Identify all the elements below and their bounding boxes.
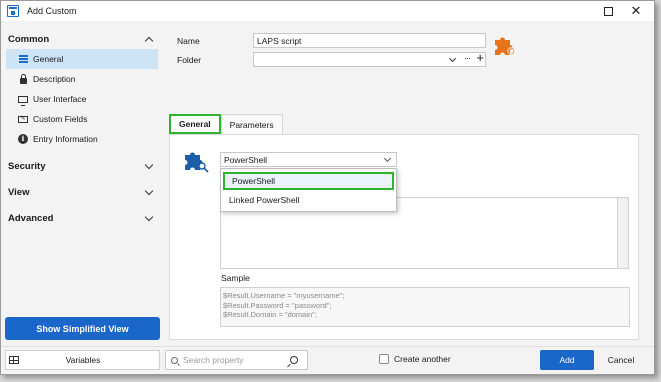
app-window-icon — [7, 5, 19, 17]
show-simplified-view-button[interactable]: Show Simplified View — [5, 317, 160, 340]
add-folder-icon[interactable]: + — [476, 50, 484, 65]
sidebar-item-user-interface[interactable]: User Interface — [6, 89, 158, 109]
sidebar-item-label: Entry Information — [33, 134, 98, 144]
sidebar-item-label: User Interface — [33, 94, 87, 104]
sample-line: $Result.Password = "password"; — [223, 300, 332, 310]
script-type-value: PowerShell — [224, 154, 267, 165]
chevron-up-icon — [144, 36, 154, 45]
name-label: Name — [177, 36, 200, 46]
sample-line: $Result.Username = "myusername"; — [223, 291, 345, 300]
script-editor-scrollbar[interactable] — [618, 197, 629, 269]
sidebar-item-label: General — [33, 54, 64, 64]
sidebar-item-entry-information[interactable]: i Entry Information — [6, 129, 158, 149]
chevron-down-icon — [383, 154, 392, 163]
cancel-button[interactable]: Cancel — [598, 350, 644, 370]
create-another-toggle[interactable]: Create another — [379, 354, 451, 364]
script-type-dropdown: PowerShell Linked PowerShell — [220, 168, 397, 212]
variables-button[interactable]: Variables — [5, 350, 160, 370]
folder-label: Folder — [177, 55, 202, 65]
sidebar-item-label: Custom Fields — [33, 114, 88, 124]
chevron-down-icon — [144, 212, 154, 221]
close-button[interactable]: ✕ — [628, 3, 644, 19]
window-title: Add Custom — [27, 6, 77, 16]
variables-label: Variables — [65, 355, 101, 365]
entry-type-icon[interactable] — [492, 34, 518, 58]
search-go-icon[interactable] — [290, 356, 298, 364]
name-input-value: LAPS script — [257, 35, 302, 46]
maximize-button[interactable] — [600, 3, 616, 19]
create-another-label: Create another — [394, 354, 451, 364]
sidebar: Common General Description User Interfac… — [2, 26, 161, 344]
grid-icon — [9, 356, 19, 364]
tab-parameters[interactable]: Parameters — [220, 114, 283, 134]
sidebar-item-description[interactable]: Description — [6, 69, 158, 89]
add-custom-window: Add Custom ✕ Common General Description … — [0, 0, 655, 375]
section-common[interactable]: Common — [8, 31, 156, 47]
section-common-label: Common — [8, 33, 50, 45]
sample-line: $Result.Domain = "domain"; — [223, 310, 317, 319]
section-advanced[interactable]: Advanced — [8, 210, 156, 226]
section-security-label: Security — [8, 160, 46, 172]
maximize-icon — [603, 6, 613, 16]
script-type-select[interactable]: PowerShell — [220, 152, 397, 167]
search-property-box — [165, 350, 308, 370]
section-view-label: View — [8, 186, 30, 198]
close-icon: ✕ — [630, 3, 642, 18]
sample-label: Sample — [221, 273, 250, 283]
section-advanced-label: Advanced — [8, 212, 54, 224]
search-icon — [171, 356, 178, 364]
title-bar: Add Custom ✕ — [1, 1, 654, 21]
sidebar-item-custom-fields[interactable]: ✎ Custom Fields — [6, 109, 158, 129]
field-icon: ✎ — [18, 114, 28, 124]
section-security[interactable]: Security — [8, 158, 156, 174]
sample-code-box: $Result.Username = "myusername"; $Result… — [220, 287, 630, 327]
chevron-down-icon — [144, 186, 154, 195]
info-icon: i — [18, 134, 28, 144]
lock-icon — [18, 73, 28, 84]
name-input[interactable]: LAPS script — [253, 33, 486, 48]
tab-general[interactable]: General — [169, 114, 221, 134]
create-another-checkbox[interactable] — [379, 354, 389, 364]
dropdown-option-powershell[interactable]: PowerShell — [223, 172, 394, 190]
bottom-bar: Variables Create another Add Cancel — [1, 346, 654, 374]
chevron-down-icon — [144, 160, 154, 169]
powershell-script-icon — [185, 152, 209, 173]
add-button[interactable]: Add — [540, 350, 594, 370]
monitor-icon — [18, 94, 28, 106]
list-icon — [18, 54, 28, 64]
chevron-down-icon[interactable] — [448, 54, 457, 63]
more-options-icon[interactable]: ··· — [464, 53, 471, 63]
section-view[interactable]: View — [8, 184, 156, 200]
tab-strip: General Parameters — [169, 114, 283, 134]
sidebar-item-label: Description — [33, 74, 76, 84]
dropdown-option-linked-powershell[interactable]: Linked PowerShell — [222, 191, 395, 209]
search-property-input[interactable] — [183, 355, 288, 365]
sidebar-item-general[interactable]: General — [6, 49, 158, 69]
folder-combobox[interactable]: ··· + — [253, 50, 486, 67]
